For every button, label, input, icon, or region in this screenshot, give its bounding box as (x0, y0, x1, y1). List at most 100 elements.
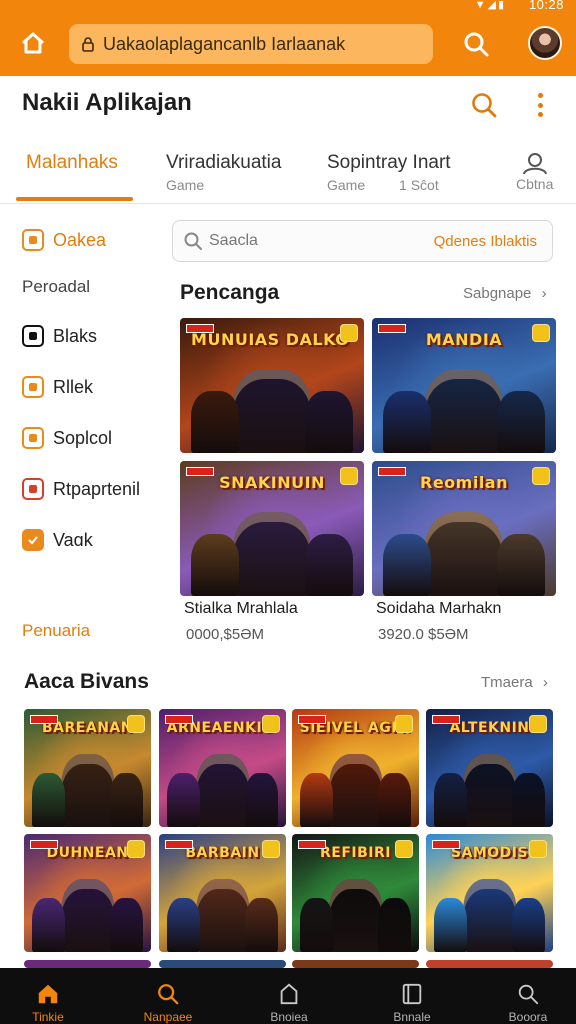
character-figure (299, 772, 333, 827)
rating-badge (186, 467, 214, 476)
character-figure (328, 878, 383, 952)
character-figure (166, 897, 200, 952)
game-card-partial[interactable] (292, 960, 419, 968)
nav-item-home[interactable]: Tinkie (0, 968, 96, 1024)
nav-label: Bnnale (393, 1010, 431, 1024)
sidebar-item-label: Oakea (53, 229, 107, 250)
rating-badge (165, 715, 193, 724)
chevron-right-icon: › (542, 674, 548, 691)
home-icon (38, 984, 58, 1004)
nav-item-search[interactable]: Nanpaee (120, 968, 216, 1024)
tab-label: Vriradiakuatia (166, 152, 282, 173)
magnifier-icon (518, 984, 539, 1005)
section-link-label: Sabgnape (463, 285, 532, 302)
rating-badge (432, 840, 460, 849)
tag-icon (22, 229, 44, 251)
home-button[interactable] (18, 28, 48, 58)
sidebar-item-rtpaprtenil[interactable]: Rtpaprtenil (22, 478, 140, 500)
more-dot-icon (537, 112, 543, 117)
bag-icon (280, 983, 298, 1005)
section-see-all-link[interactable]: Sabgnape › (463, 285, 547, 302)
sidebar-footer-link[interactable]: Penuaria (22, 621, 90, 641)
sidebar-item-vaak[interactable]: Vaɑk (22, 529, 93, 551)
character-figure (245, 897, 279, 952)
tab-label: Malanhaks (26, 152, 118, 173)
game-logo-text: MUNUIAS DALKO CALLS (191, 331, 353, 349)
character-figure (195, 878, 250, 952)
square-icon (22, 376, 44, 398)
rating-badge (378, 467, 406, 476)
section-see-all-link[interactable]: Tmaera › (481, 674, 548, 691)
game-card-partial[interactable] (159, 960, 286, 968)
game-card[interactable]: Reomilan (372, 461, 556, 596)
character-figure (512, 772, 546, 827)
game-price: 3920.0 $5ƏM (378, 626, 469, 643)
user-icon[interactable] (522, 152, 548, 176)
character-figure (233, 512, 311, 596)
character-figure (305, 390, 353, 453)
game-card[interactable]: MUNUIAS DALKO CALLS (180, 318, 364, 453)
sidebar-item-rllek[interactable]: Rllek (22, 376, 93, 398)
game-name[interactable]: Stialka Mrahlala (184, 600, 298, 618)
sidebar-item-label: Vaɑk (53, 529, 93, 550)
url-field[interactable]: Uakaolaplagancanlb Iarlaanak (69, 24, 433, 64)
game-card[interactable]: MANDIA (372, 318, 556, 453)
search-input[interactable]: Saacla Qdenes Iblaktis (172, 220, 553, 262)
game-card[interactable]: REFIBIRI (292, 834, 419, 952)
character-figure (110, 897, 144, 952)
nav-item-explore[interactable]: Booora (480, 968, 576, 1024)
game-name[interactable]: Soidaha Marhakn (376, 600, 501, 618)
game-logo-text: MANDIA (425, 331, 503, 349)
tab-sublabel-game: Game (327, 177, 366, 193)
character-figure (462, 878, 517, 952)
rating-badge (298, 840, 326, 849)
game-card[interactable]: SNAKINUIN (180, 461, 364, 596)
character-figure (512, 897, 546, 952)
tab-malanhaks[interactable]: Malanhaks (26, 152, 118, 174)
sidebar-item-label: Rtpaprtenil (53, 478, 141, 499)
avatar[interactable] (528, 26, 562, 60)
search-icon[interactable] (470, 91, 498, 119)
nav-item-library[interactable]: Bnnale (364, 968, 460, 1024)
game-card[interactable]: SIEIVEL AGMS (292, 709, 419, 827)
game-price: 0000,$5ƏM (186, 626, 265, 643)
more-dot-icon (537, 93, 543, 98)
game-card-partial[interactable] (24, 960, 151, 968)
search-filter-link[interactable]: Qdenes Iblaktis (434, 233, 537, 250)
game-card[interactable]: BAREANAN (24, 709, 151, 827)
book-icon (402, 983, 422, 1005)
game-card[interactable]: DUHNEAN (24, 834, 151, 952)
rating-badge (30, 715, 58, 724)
rating-badge (298, 715, 326, 724)
check-square-icon (22, 427, 44, 449)
sidebar-item-label: Soplcol (53, 427, 113, 448)
search-placeholder: Saacla (209, 232, 258, 249)
section-link-label: Tmaera (481, 674, 533, 691)
nav-item-store[interactable]: Bnoiea (241, 968, 337, 1024)
more-menu-button[interactable] (532, 92, 548, 118)
game-card[interactable]: SAMODIS (426, 834, 553, 952)
square-icon (22, 325, 44, 347)
character-figure (378, 772, 412, 827)
tab-vriradiakuatia[interactable]: Vriradiakuatia Game (166, 152, 281, 193)
game-card[interactable]: ALTEKNIN (426, 709, 553, 827)
rating-badge (165, 840, 193, 849)
game-card[interactable]: ARNEAENKIGS (159, 709, 286, 827)
home-icon (21, 32, 45, 54)
game-card-partial[interactable] (426, 960, 553, 968)
sidebar-item-soplcol[interactable]: Soplcol (22, 427, 112, 449)
star-badge-icon (529, 840, 547, 858)
sidebar-item-blaks[interactable]: Blaks (22, 325, 97, 347)
sidebar-item-label: Rllek (53, 376, 94, 397)
game-card[interactable]: BARBAIN (159, 834, 286, 952)
star-badge-icon (127, 715, 145, 733)
sidebar-item-oakea[interactable]: Oakea (22, 229, 106, 251)
nav-label: Tinkie (32, 1010, 64, 1024)
character-figure (497, 533, 545, 596)
section-title: Pencanga (180, 281, 280, 304)
character-figure (60, 878, 115, 952)
sidebar-footer-label: Penuaria (22, 621, 91, 640)
character-figure (191, 390, 239, 453)
search-icon[interactable] (462, 30, 490, 58)
tab-sopintray[interactable]: Sopintray Inart Game 1 Sĉot (327, 152, 451, 193)
